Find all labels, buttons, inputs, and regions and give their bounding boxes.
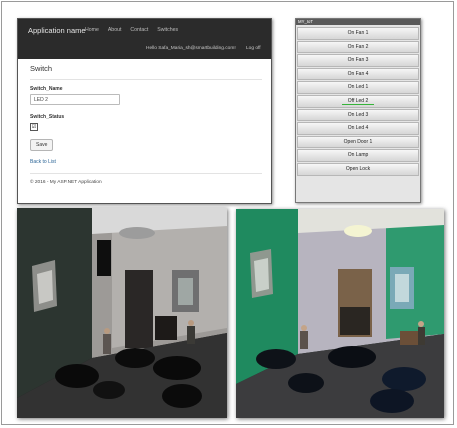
on-fan-1-button[interactable]: On Fan 1 bbox=[297, 27, 419, 40]
open-door-1-button[interactable]: Open Door 1 bbox=[297, 135, 419, 149]
iot-button-list: On Fan 1 On Fan 2 On Fan 3 On Fan 4 On L… bbox=[296, 25, 420, 179]
on-fan-2-button[interactable]: On Fan 2 bbox=[297, 40, 419, 54]
room-scene-dark bbox=[17, 208, 227, 418]
on-led-4-button[interactable]: On Led 4 bbox=[297, 122, 419, 135]
save-button[interactable]: Save bbox=[30, 139, 54, 151]
divider bbox=[30, 79, 262, 80]
iot-control-panel: MY_IoT On Fan 1 On Fan 2 On Fan 3 On Fan… bbox=[295, 18, 421, 203]
asp-net-app-window: Application name Home About Contact Swit… bbox=[17, 18, 272, 204]
room-scene-green bbox=[236, 209, 444, 418]
edit-switch-form: Switch Switch_Name LED 2 Switch_Status ☑… bbox=[30, 64, 262, 185]
back-to-list-link[interactable]: Back to List bbox=[30, 159, 262, 165]
brand-link[interactable]: Application name bbox=[28, 26, 86, 35]
divider bbox=[30, 173, 262, 174]
nav-switches[interactable]: Switches bbox=[157, 27, 178, 33]
living-room-model-photo-dark bbox=[17, 208, 227, 418]
switch-status-checkbox[interactable]: ☑ bbox=[30, 123, 38, 131]
nav-home[interactable]: Home bbox=[85, 27, 99, 33]
switch-name-input[interactable]: LED 2 bbox=[30, 94, 120, 105]
open-lock-button[interactable]: Open Lock bbox=[297, 162, 419, 176]
off-led-2-button[interactable]: Off Led 2 bbox=[297, 94, 419, 108]
on-led-3-button[interactable]: On Led 3 bbox=[297, 108, 419, 122]
page-title: Switch bbox=[30, 64, 53, 73]
navbar: Application name Home About Contact Swit… bbox=[18, 19, 271, 59]
on-fan-4-button[interactable]: On Fan 4 bbox=[297, 67, 419, 81]
nav-contact[interactable]: Contact bbox=[130, 27, 148, 33]
hello-user-link[interactable]: Hello Safa_Maria_sh@smartbuilding.com! bbox=[146, 46, 236, 51]
on-lamp-button[interactable]: On Lamp bbox=[297, 149, 419, 162]
logoff-link[interactable]: Log off bbox=[246, 46, 261, 51]
living-room-model-photo-green bbox=[236, 209, 444, 418]
switch-name-label: Switch_Name bbox=[30, 86, 63, 92]
on-fan-3-button[interactable]: On Fan 3 bbox=[297, 54, 419, 67]
switch-status-label: Switch_Status bbox=[30, 114, 65, 120]
nav-about[interactable]: About bbox=[108, 27, 122, 33]
nav-links: Home About Contact Switches bbox=[85, 27, 178, 33]
on-led-1-button[interactable]: On Led 1 bbox=[297, 81, 419, 94]
footer-text: © 2016 - My ASP.NET Application bbox=[30, 180, 102, 185]
